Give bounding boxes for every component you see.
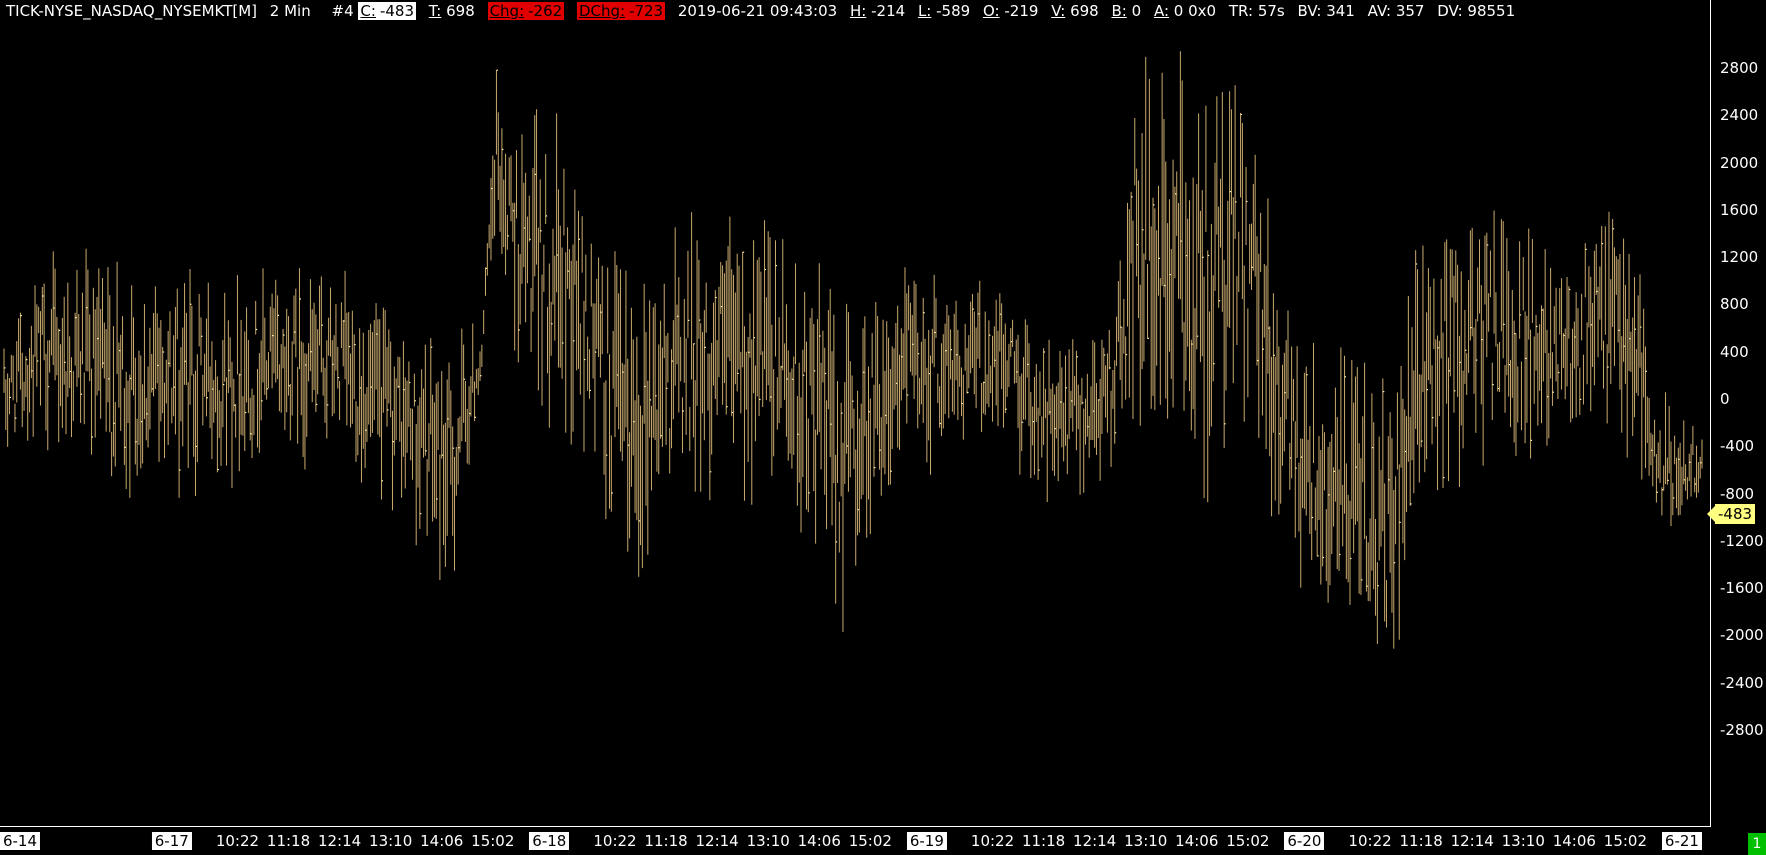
- x-time-label: 13:10: [746, 832, 790, 850]
- y-axis-line: [1710, 0, 1711, 826]
- x-time-label: 11:18: [1399, 832, 1443, 850]
- corner-badge[interactable]: 1: [1748, 833, 1766, 855]
- x-time-label: 13:10: [1124, 832, 1168, 850]
- x-time-label: 11:18: [644, 832, 688, 850]
- x-day-label: 6-21: [1661, 832, 1702, 850]
- y-tick-label: -2800: [1720, 721, 1764, 739]
- y-tick-label: 800: [1720, 295, 1749, 314]
- y-tick-label: 1200: [1720, 248, 1759, 267]
- x-time-label: 15:02: [1226, 832, 1270, 850]
- x-time-label: 14:06: [797, 832, 841, 850]
- x-day-label: 6-17: [151, 832, 192, 850]
- x-time-label: 10:22: [593, 832, 637, 850]
- y-tick-label: 1600: [1720, 200, 1759, 219]
- y-tick-label: 0: [1720, 390, 1730, 408]
- x-time-label: 14:06: [1175, 832, 1219, 850]
- x-time-label: 12:14: [317, 832, 362, 850]
- last-price-marker: -483: [1706, 504, 1756, 524]
- x-time-label: 10:22: [970, 832, 1015, 850]
- x-day-label: 6-18: [529, 832, 570, 850]
- x-time-label: 15:02: [848, 832, 892, 850]
- y-tick-label: -1600: [1720, 579, 1764, 598]
- y-tick-label: 2800: [1720, 59, 1759, 77]
- y-tick-label: -2000: [1720, 626, 1764, 645]
- x-time-label: 12:14: [695, 832, 739, 850]
- x-time-label: 13:10: [369, 832, 413, 850]
- x-time-label: 15:02: [471, 832, 515, 850]
- y-tick-label: 2400: [1720, 106, 1759, 125]
- y-tick-label: -2400: [1720, 673, 1764, 692]
- y-tick-label: 2000: [1720, 153, 1759, 172]
- price-chart[interactable]: [0, 0, 1710, 826]
- x-time-label: 14:06: [420, 832, 464, 850]
- y-tick-label: -1200: [1720, 531, 1764, 550]
- x-time-label: 12:14: [1073, 832, 1117, 850]
- x-day-label: 6-20: [1284, 832, 1325, 850]
- x-day-label: 6-19: [906, 832, 947, 850]
- x-time-label: 10:22: [215, 832, 260, 850]
- x-time-label: 14:06: [1552, 832, 1596, 850]
- x-time-label: 11:18: [1021, 832, 1066, 850]
- y-tick-label: -400: [1720, 437, 1755, 456]
- x-day-label: 6-14: [0, 832, 41, 850]
- x-time-label: 11:18: [266, 832, 311, 850]
- x-time-label: 12:14: [1450, 832, 1494, 850]
- x-axis-line: [0, 826, 1711, 827]
- y-tick-label: 400: [1720, 342, 1749, 361]
- y-tick-label: -800: [1720, 484, 1755, 503]
- x-time-label: 15:02: [1603, 832, 1648, 850]
- x-time-label: 13:10: [1501, 832, 1545, 850]
- x-time-label: 10:22: [1348, 832, 1392, 850]
